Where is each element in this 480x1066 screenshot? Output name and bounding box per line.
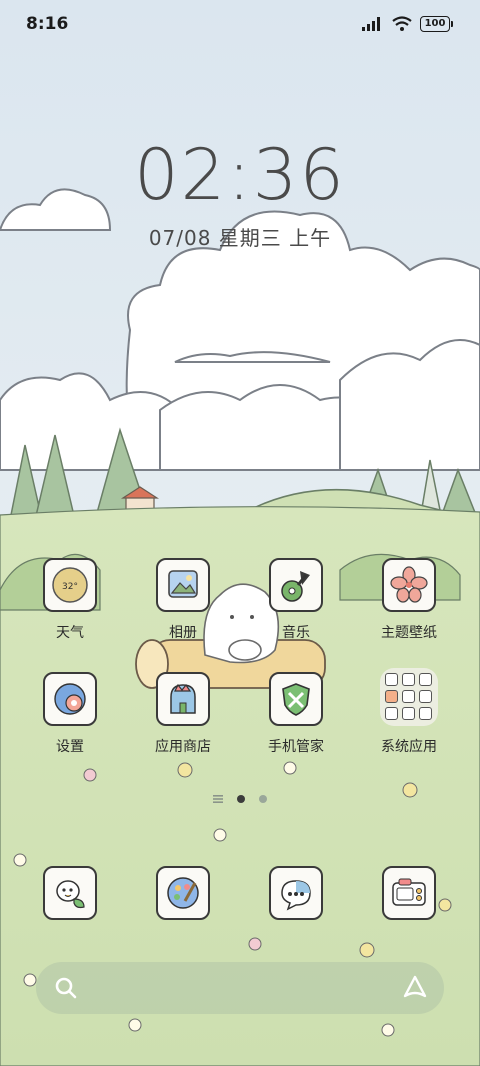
theme-icon bbox=[382, 558, 436, 612]
app-store-icon bbox=[156, 672, 210, 726]
settings-icon bbox=[43, 672, 97, 726]
app-store[interactable]: 应用商店 bbox=[133, 672, 233, 756]
dock-browser[interactable] bbox=[133, 866, 233, 920]
clock-widget-time[interactable]: 02:36 bbox=[0, 134, 480, 216]
status-icons: 100 bbox=[362, 16, 453, 32]
mini-app-icon bbox=[402, 673, 415, 686]
app-label: 音乐 bbox=[282, 625, 310, 641]
app-music[interactable]: 音乐 bbox=[246, 558, 346, 642]
mini-app-icon bbox=[419, 673, 432, 686]
app-label: 系统应用 bbox=[381, 739, 437, 755]
search-icon[interactable] bbox=[54, 976, 78, 1000]
menu-lines-icon[interactable] bbox=[213, 795, 223, 803]
security-icon bbox=[269, 672, 323, 726]
app-theme[interactable]: 主题壁纸 bbox=[359, 558, 459, 642]
camera-icon bbox=[382, 866, 436, 920]
signal-icon bbox=[362, 17, 380, 31]
assistant-icon[interactable] bbox=[402, 974, 428, 1000]
messages-icon bbox=[269, 866, 323, 920]
page-dot-active[interactable] bbox=[237, 795, 245, 803]
wifi-icon bbox=[392, 16, 412, 31]
app-weather[interactable]: 32° 天气 bbox=[20, 558, 120, 642]
status-time: 8:16 bbox=[26, 14, 69, 34]
app-security[interactable]: 手机管家 bbox=[246, 672, 346, 756]
dock-phone[interactable] bbox=[20, 866, 120, 920]
mini-app-icon bbox=[402, 690, 415, 703]
mini-app-icon bbox=[385, 673, 398, 686]
mini-app-icon bbox=[419, 690, 432, 703]
page-dot[interactable] bbox=[259, 795, 267, 803]
dock-camera[interactable] bbox=[359, 866, 459, 920]
search-bar[interactable] bbox=[36, 962, 444, 1014]
status-bar: 8:16 100 bbox=[0, 0, 480, 50]
app-label: 天气 bbox=[56, 625, 84, 641]
weather-icon: 32° bbox=[43, 558, 97, 612]
mini-app-icon bbox=[385, 690, 398, 703]
app-gallery[interactable]: 相册 bbox=[133, 558, 233, 642]
app-label: 应用商店 bbox=[155, 739, 211, 755]
weather-temp: 32° bbox=[62, 582, 78, 592]
app-folder-system[interactable]: 系统应用 bbox=[359, 668, 459, 756]
app-settings[interactable]: 设置 bbox=[20, 672, 120, 756]
mini-app-icon bbox=[385, 707, 398, 720]
app-label: 手机管家 bbox=[268, 739, 324, 755]
music-icon bbox=[269, 558, 323, 612]
app-label: 设置 bbox=[56, 739, 84, 755]
gallery-icon bbox=[156, 558, 210, 612]
app-label: 主题壁纸 bbox=[381, 625, 437, 641]
mini-app-icon bbox=[402, 707, 415, 720]
battery-icon: 100 bbox=[420, 16, 453, 32]
dock-messages[interactable] bbox=[246, 866, 346, 920]
app-label: 相册 bbox=[169, 625, 197, 641]
folder-icon bbox=[380, 668, 438, 726]
mini-app-icon bbox=[419, 707, 432, 720]
page-indicator[interactable] bbox=[0, 795, 480, 803]
browser-icon bbox=[156, 866, 210, 920]
phone-icon bbox=[43, 866, 97, 920]
clock-widget-date[interactable]: 07/08 星期三 上午 bbox=[0, 222, 480, 251]
